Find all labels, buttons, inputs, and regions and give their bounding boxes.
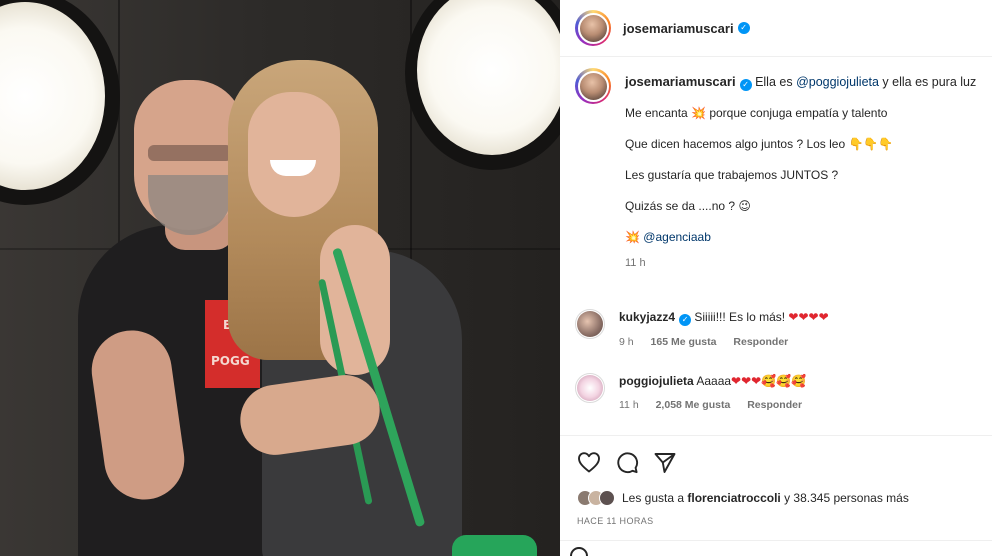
author-username[interactable]: josemariamuscari	[623, 21, 734, 36]
man-glasses	[148, 145, 232, 161]
add-comment-bar	[560, 540, 992, 556]
comment-item: kukyjazz4 ✓ Siiiii!!! Es lo más! ❤❤❤❤ 9 h…	[575, 309, 985, 348]
heart-emoji-icon: ❤❤❤❤	[788, 310, 829, 324]
verified-badge-icon: ✓	[739, 79, 752, 91]
comment-icon[interactable]	[615, 451, 639, 475]
likes-prefix: Les gusta a	[622, 491, 688, 505]
comment-likes[interactable]: 2,058 Me gusta	[656, 399, 731, 411]
caption-time: 11 h	[625, 257, 646, 269]
caption-text: Ella es	[755, 75, 797, 89]
commenter-avatar[interactable]	[575, 373, 605, 403]
verified-badge-icon: ✓	[737, 22, 750, 34]
caption-text: Quizás se da ....no ?	[625, 199, 739, 213]
collision-emoji-icon: 💥	[625, 230, 640, 244]
author-avatar[interactable]	[575, 10, 611, 46]
caption-text: Les gustaría que trabajemos JUNTOS ?	[625, 168, 839, 182]
caption-mention[interactable]: @poggiojulieta	[796, 75, 879, 89]
likes-summary[interactable]: Les gusta a florenciatroccoli y 38.345 p…	[577, 490, 909, 506]
wink-emoji-icon: 😉	[738, 199, 751, 213]
action-bar: Les gusta a florenciatroccoli y 38.345 p…	[560, 435, 992, 556]
caption-text: Que dicen hacemos algo juntos ? Los leo	[625, 137, 849, 151]
shirt-logo-text: POGG	[211, 354, 250, 368]
caption-text: y ella es pura luz	[878, 75, 977, 89]
caption-avatar[interactable]	[575, 68, 611, 104]
pointing-down-emoji-icon: 👇👇👇	[848, 137, 894, 151]
share-icon[interactable]	[653, 451, 677, 475]
verified-badge-icon: ✓	[679, 314, 692, 326]
caption-text: porque conjuga empatía y talento	[706, 106, 888, 120]
reply-button[interactable]: Responder	[733, 336, 788, 348]
comment-item: poggiojulieta Aaaaa❤❤❤🥰🥰🥰 11 h 2,058 Me …	[575, 373, 985, 411]
post-header: josemariamuscari ✓	[560, 0, 992, 57]
caption-mention[interactable]: @agenciaab	[643, 230, 711, 244]
emoji-picker-icon[interactable]	[570, 547, 588, 556]
comment-time: 9 h	[619, 336, 634, 348]
woman-face	[248, 92, 340, 217]
liker-avatar	[599, 490, 615, 506]
comment-likes[interactable]: 165 Me gusta	[651, 336, 717, 348]
comment-time: 11 h	[619, 399, 639, 411]
post-photo[interactable]: B POGG	[0, 0, 560, 556]
post-sidebar: josemariamuscari ✓ josemariamuscari ✓ Ell…	[560, 0, 992, 556]
reply-button[interactable]: Responder	[747, 399, 802, 411]
likes-suffix: y 38.345 personas más	[780, 491, 909, 505]
caption-username[interactable]: josemariamuscari	[625, 74, 736, 89]
green-bag	[452, 535, 537, 556]
caption-text: Me encanta	[625, 106, 692, 120]
collision-emoji-icon: 💥	[691, 106, 706, 120]
comment-username[interactable]: poggiojulieta	[619, 374, 694, 388]
commenter-avatar[interactable]	[575, 309, 605, 339]
comment-text: Siiiii!!! Es lo más!	[694, 310, 789, 324]
post-caption: josemariamuscari ✓ Ella es @poggiojulieta…	[575, 68, 985, 269]
post-timestamp: HACE 11 HORAS	[577, 516, 654, 526]
heart-emoji-icon: ❤❤❤🥰🥰🥰	[731, 374, 807, 388]
liker-username[interactable]: florenciatroccoli	[687, 491, 780, 505]
comment-username[interactable]: kukyjazz4	[619, 310, 675, 324]
heart-icon[interactable]	[577, 451, 601, 475]
comment-text: Aaaaa	[696, 374, 732, 388]
